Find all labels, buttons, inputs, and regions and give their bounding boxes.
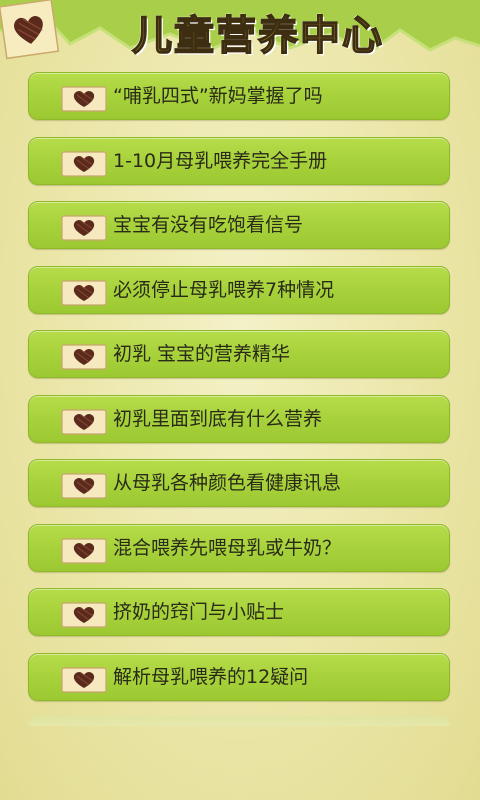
list-item-label: 初乳 宝宝的营养精华	[113, 343, 291, 365]
list-item-label: 必须停止母乳喂养7种情况	[113, 279, 335, 301]
heart-note-icon	[61, 473, 107, 499]
list-item[interactable]: 初乳 宝宝的营养精华	[28, 330, 450, 378]
list-item[interactable]: 初乳里面到底有什么营养	[28, 395, 450, 443]
list-item-label: 解析母乳喂养的12疑问	[113, 666, 309, 688]
list-item[interactable]: 混合喂养先喂母乳或牛奶？	[28, 524, 450, 572]
list-item-label: 挤奶的窍门与小贴士	[113, 601, 285, 623]
heart-note-icon	[61, 602, 107, 628]
heart-note-icon	[61, 215, 107, 241]
list-item[interactable]: “哺乳四式”新妈掌握了吗	[28, 72, 450, 120]
list-item-label: 从母乳各种颜色看健康讯息	[113, 472, 342, 494]
heart-note-icon	[61, 667, 107, 693]
heart-note-icon	[61, 151, 107, 177]
heart-note-icon	[61, 344, 107, 370]
heart-note-icon	[61, 280, 107, 306]
list-item[interactable]: 宝宝有没有吃饱看信号	[28, 201, 450, 249]
heart-note-icon	[61, 86, 107, 112]
list-item-label: 1-10月母乳喂养完全手册	[113, 150, 328, 172]
list-item[interactable]: 解析母乳喂养的12疑问	[28, 653, 450, 701]
heart-note-icon	[61, 409, 107, 435]
list-item[interactable]: 挤奶的窍门与小贴士	[28, 588, 450, 636]
list-item-label: 初乳里面到底有什么营养	[113, 408, 323, 430]
list-item-label: 混合喂养先喂母乳或牛奶？	[113, 537, 342, 559]
list-item[interactable]: 1-10月母乳喂养完全手册	[28, 137, 450, 185]
list-item-label: “哺乳四式”新妈掌握了吗	[113, 85, 323, 107]
article-list: “哺乳四式”新妈掌握了吗 1-10月母乳喂养完全手册 宝宝有没有吃饱看信号必须停止母…	[0, 0, 480, 800]
list-item[interactable]: 从母乳各种颜色看健康讯息	[28, 459, 450, 507]
list-item[interactable]: 必须停止母乳喂养7种情况	[28, 266, 450, 314]
list-item-label: 宝宝有没有吃饱看信号	[113, 214, 304, 236]
list-item-partial	[28, 716, 450, 726]
heart-note-icon	[61, 538, 107, 564]
